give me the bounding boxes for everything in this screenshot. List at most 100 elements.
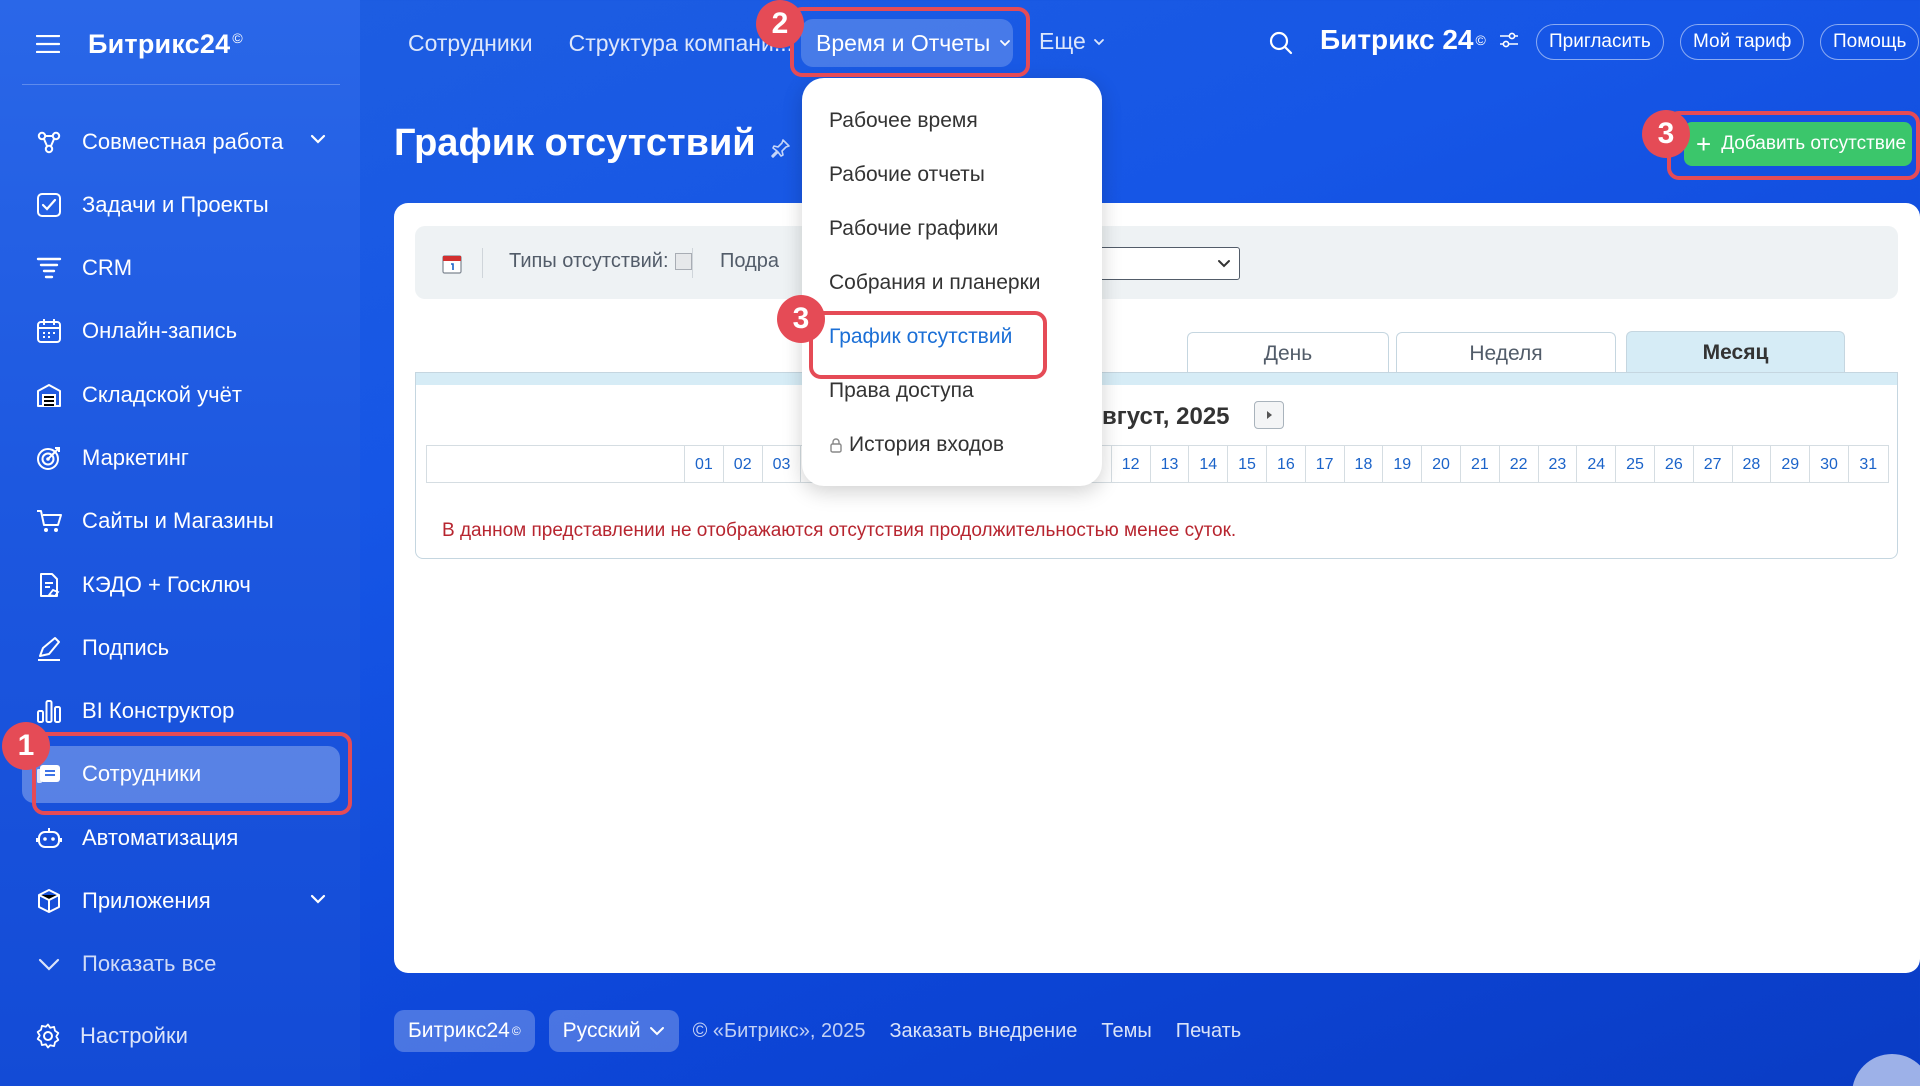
sidebar-item-label: Приложения — [82, 888, 211, 914]
day-cell[interactable]: 20 — [1422, 446, 1461, 482]
day-cell[interactable]: 15 — [1228, 446, 1267, 482]
pin-icon[interactable] — [770, 137, 792, 159]
tab-day[interactable]: День — [1187, 332, 1389, 372]
day-cell[interactable]: 29 — [1771, 446, 1811, 482]
tariff-button[interactable]: Мой тариф — [1680, 24, 1805, 60]
menu-item-meetings[interactable]: Собрания и планерки — [829, 271, 1041, 295]
sidebar-item-apps[interactable]: Приложения — [22, 873, 340, 930]
absence-types-checkbox[interactable] — [674, 253, 692, 270]
sidebar-item-sites[interactable]: Сайты и Магазины — [22, 493, 340, 550]
robot-icon — [34, 823, 64, 853]
day-cell[interactable]: 14 — [1189, 446, 1229, 482]
menu-item-work-schedules[interactable]: Рабочие графики — [829, 217, 998, 241]
day-cell[interactable]: 27 — [1694, 446, 1733, 482]
sidebar-item-collaboration[interactable]: Совместная работа — [22, 113, 340, 170]
sidebar-item-kedo[interactable]: КЭДО + Госключ — [22, 556, 340, 613]
sidebar-item-marketing[interactable]: Маркетинг — [22, 429, 340, 486]
collaboration-icon — [34, 127, 64, 157]
pen-icon — [34, 633, 64, 663]
sidebar-item-automation[interactable]: Автоматизация — [22, 809, 340, 866]
topnav-employees[interactable]: Сотрудники — [408, 30, 533, 57]
chevron-down-icon[interactable] — [308, 889, 328, 909]
brand-mark: © — [1475, 32, 1486, 48]
day-cell[interactable]: 16 — [1267, 446, 1306, 482]
menu-item-access-rights[interactable]: Права доступа — [829, 379, 974, 403]
day-cell[interactable]: 24 — [1577, 446, 1617, 482]
footer-brand-text: Битрикс24 — [408, 1019, 510, 1042]
language-select[interactable]: Русский — [548, 1010, 679, 1052]
department-filter-label: Подра — [720, 250, 779, 272]
sidebar-item-settings[interactable]: Настройки — [34, 1022, 188, 1050]
calendar-icon[interactable] — [442, 254, 462, 274]
day-cell[interactable]: 31 — [1849, 446, 1888, 482]
sidebar-header: Битрикс24 © — [22, 18, 243, 70]
bar-chart-icon — [34, 696, 64, 726]
day-cell[interactable]: 25 — [1616, 446, 1655, 482]
filter-settings-icon[interactable] — [1498, 31, 1520, 49]
tasks-icon — [34, 190, 64, 220]
next-month-button[interactable] — [1254, 401, 1284, 429]
chevron-down-icon[interactable] — [308, 129, 328, 149]
target-icon — [34, 443, 64, 473]
department-select[interactable] — [1095, 247, 1240, 280]
day-cell[interactable]: 02 — [724, 446, 763, 482]
footer-link-print[interactable]: Печать — [1176, 1020, 1242, 1043]
topnav-more[interactable]: Еще — [1039, 28, 1106, 55]
highlight-time-reports — [790, 7, 1030, 77]
footer-brand[interactable]: Битрикс24 © — [394, 1010, 535, 1052]
chat-bubble[interactable] — [1852, 1054, 1920, 1086]
day-cell[interactable]: 23 — [1539, 446, 1578, 482]
help-button[interactable]: Помощь — [1820, 24, 1920, 60]
day-cell[interactable]: 19 — [1383, 446, 1423, 482]
invite-button[interactable]: Пригласить — [1536, 24, 1664, 60]
sidebar-item-label: Складской учёт — [82, 381, 242, 407]
step-badge-1: 1 — [2, 722, 50, 770]
day-cell[interactable]: 21 — [1461, 446, 1500, 482]
filter-divider — [692, 248, 693, 278]
chevron-down-icon — [34, 949, 64, 979]
page-title: График отсутствий — [394, 122, 792, 165]
document-sign-icon — [34, 570, 64, 600]
day-cell[interactable]: 28 — [1733, 446, 1772, 482]
footer-link-themes[interactable]: Темы — [1101, 1020, 1151, 1043]
day-cell[interactable]: 26 — [1655, 446, 1694, 482]
sidebar-item-tasks[interactable]: Задачи и Проекты — [22, 176, 340, 233]
step-badge-2: 2 — [756, 0, 804, 48]
absence-types-filter[interactable]: Типы отсутствий: — [509, 250, 692, 273]
day-cell[interactable]: 01 — [685, 446, 724, 482]
sidebar-item-show-all[interactable]: Показать все — [22, 936, 340, 993]
brand-logo[interactable]: Битрикс 24 © — [1320, 24, 1520, 56]
day-cell[interactable]: 18 — [1345, 446, 1384, 482]
sidebar-item-label: КЭДО + Госключ — [82, 571, 251, 597]
menu-item-label: История входов — [849, 433, 1004, 456]
sidebar-item-booking[interactable]: Онлайн-запись — [22, 303, 340, 360]
search-icon[interactable] — [1268, 30, 1294, 56]
menu-item-login-history[interactable]: История входов — [829, 433, 1004, 457]
tab-week[interactable]: Неделя — [1396, 332, 1616, 372]
day-cell[interactable]: 17 — [1306, 446, 1345, 482]
gear-icon — [34, 1022, 62, 1050]
main-panel: Типы отсутствий: Подра День Неделя Месяц… — [394, 203, 1920, 973]
sidebar-item-warehouse[interactable]: Складской учёт — [22, 366, 340, 423]
day-cell[interactable]: 13 — [1151, 446, 1190, 482]
day-cell[interactable]: 12 — [1112, 446, 1151, 482]
logo[interactable]: Битрикс24 © — [88, 29, 243, 60]
step-badge-3b: 3 — [1642, 110, 1690, 158]
copyright: © «Битрикс», 2025 — [692, 1019, 866, 1042]
tab-month[interactable]: Месяц — [1626, 331, 1845, 373]
days-row: 0102030405060708091011121314151617181920… — [426, 445, 1889, 483]
day-cell[interactable]: 03 — [763, 446, 802, 482]
warehouse-icon — [34, 380, 64, 410]
menu-burger-icon[interactable] — [22, 18, 74, 70]
day-cell[interactable]: 30 — [1810, 446, 1849, 482]
footer-link-implementation[interactable]: Заказать внедрение — [889, 1020, 1077, 1043]
menu-item-work-reports[interactable]: Рабочие отчеты — [829, 163, 985, 187]
cart-icon — [34, 506, 64, 536]
lock-icon — [829, 437, 843, 453]
day-cell[interactable]: 22 — [1500, 446, 1539, 482]
highlight-add-absence — [1667, 111, 1920, 180]
sidebar-item-crm[interactable]: CRM — [22, 240, 340, 297]
menu-item-work-time[interactable]: Рабочее время — [829, 109, 978, 133]
calendar-header-strip — [416, 373, 1897, 385]
sidebar-item-signature[interactable]: Подпись — [22, 619, 340, 676]
